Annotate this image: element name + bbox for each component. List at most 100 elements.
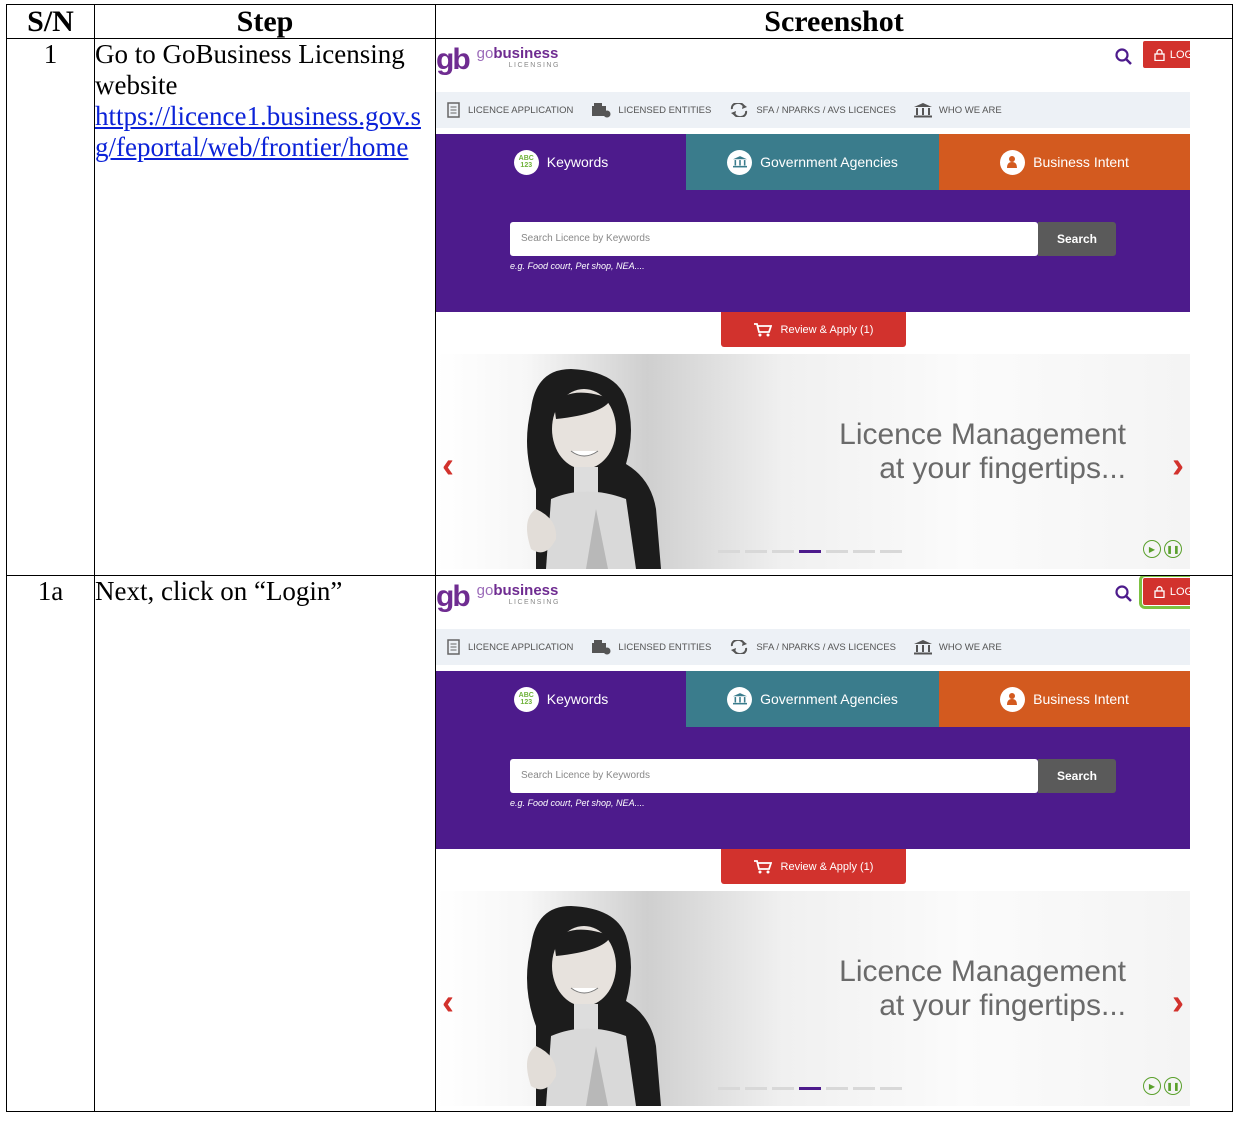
slideshow-controls: ▶ ❚❚ <box>1143 540 1182 558</box>
tab-business-intent[interactable]: Business Intent <box>939 671 1190 727</box>
nav-label: LICENSED ENTITIES <box>618 641 712 653</box>
slide-dot[interactable] <box>880 550 902 553</box>
logo-go: go <box>476 582 494 599</box>
slide-dot[interactable] <box>853 550 875 553</box>
review-apply-button[interactable]: Review & Apply (1) <box>721 849 906 884</box>
logo-go: go <box>476 45 494 62</box>
slide-dot-active[interactable] <box>799 550 821 553</box>
header-sn: S/N <box>6 4 95 39</box>
woman-photo <box>527 369 661 569</box>
screenshot-cell: gb gobusiness LICENSING LOGIN <box>435 575 1233 1112</box>
header-step: Step <box>94 4 436 39</box>
screenshot-cell: gb gobusiness LICENSING LOGIN <box>435 38 1233 576</box>
header-row: S/N Step Screenshot <box>6 4 1233 39</box>
slide-dot[interactable] <box>880 1087 902 1090</box>
next-slide-icon[interactable]: › <box>1172 444 1184 486</box>
nav-licensed-entities[interactable]: LICENSED ENTITIES <box>591 102 712 118</box>
building-icon <box>913 102 932 117</box>
slide-dot[interactable] <box>853 1087 875 1090</box>
nav-licensed-entities[interactable]: LICENSED ENTITIES <box>591 639 712 655</box>
step-description: Go to GoBusiness Licensing website https… <box>94 38 436 576</box>
step-row: 1 Go to GoBusiness Licensing website htt… <box>6 38 1233 576</box>
search-button[interactable]: Search <box>1038 222 1116 256</box>
building-icon <box>727 149 753 175</box>
nav-licence-application[interactable]: LICENCE APPLICATION <box>447 639 573 655</box>
tab-label: Government Agencies <box>760 691 898 707</box>
nav-label: LICENSED ENTITIES <box>618 104 712 116</box>
nav-who-we-are[interactable]: WHO WE ARE <box>913 102 1002 118</box>
exchange-icon <box>731 103 748 117</box>
slide-dot[interactable] <box>745 550 767 553</box>
tab-label: Business Intent <box>1033 154 1129 170</box>
login-button-highlighted[interactable]: LOGIN <box>1139 576 1190 609</box>
tab-label: Government Agencies <box>760 154 898 170</box>
step-text: Go to GoBusiness Licensing website <box>95 39 405 100</box>
main-nav: LICENCE APPLICATION LICENSED ENTITIES SF… <box>436 629 1190 665</box>
exchange-icon <box>731 640 748 654</box>
banner-text: Licence Management at your fingertips... <box>839 418 1126 486</box>
person-icon <box>1000 149 1026 175</box>
cart-icon <box>753 322 772 336</box>
tab-label: Keywords <box>546 691 609 707</box>
slide-dot[interactable] <box>826 550 848 553</box>
step-text: Next, click on “Login” <box>95 576 343 606</box>
pause-icon[interactable]: ❚❚ <box>1164 540 1182 558</box>
cart-icon <box>753 859 772 873</box>
slide-indicators <box>718 550 902 553</box>
website-screenshot: gb gobusiness LICENSING LOGIN <box>436 39 1190 569</box>
search-tabs: ABC 123 Keywords Government Agencies Bus… <box>436 134 1190 190</box>
search-panel: Search Licence by Keywords Search e.g. F… <box>436 727 1190 849</box>
search-input[interactable]: Search Licence by Keywords <box>510 759 1038 793</box>
search-button[interactable]: Search <box>1038 759 1116 793</box>
tab-label: Business Intent <box>1033 691 1129 707</box>
nav-sfa-nparks-avs[interactable]: SFA / NPARKS / AVS LICENCES <box>729 103 896 117</box>
lock-icon <box>1154 585 1165 598</box>
prev-slide-icon[interactable]: ‹ <box>442 981 454 1023</box>
document-icon <box>447 639 460 655</box>
banner-line-2: at your fingertips... <box>879 989 1126 1022</box>
slide-dot[interactable] <box>772 550 794 553</box>
slide-dot[interactable] <box>745 1087 767 1090</box>
tab-keywords[interactable]: ABC 123 Keywords <box>436 134 686 190</box>
step-description: Next, click on “Login” <box>94 575 436 1112</box>
review-apply-button[interactable]: Review & Apply (1) <box>721 312 906 347</box>
gobusiness-logo: gb gobusiness LICENSING <box>436 45 560 75</box>
slide-dot[interactable] <box>718 1087 740 1090</box>
document-icon <box>447 102 460 118</box>
slide-indicators <box>718 1087 902 1090</box>
tab-government-agencies[interactable]: Government Agencies <box>686 671 939 727</box>
nav-label: LICENCE APPLICATION <box>468 104 574 116</box>
search-icon[interactable] <box>1114 584 1134 604</box>
gobusiness-link[interactable]: https://licence1.business.gov.sg/feporta… <box>95 101 421 162</box>
slide-dot[interactable] <box>826 1087 848 1090</box>
next-slide-icon[interactable]: › <box>1172 981 1184 1023</box>
slide-dot[interactable] <box>718 550 740 553</box>
banner-text: Licence Management at your fingertips... <box>839 955 1126 1023</box>
logo-mark: gb <box>436 580 471 613</box>
nav-sfa-nparks-avs[interactable]: SFA / NPARKS / AVS LICENCES <box>729 640 896 654</box>
nav-label: LICENCE APPLICATION <box>468 641 574 653</box>
tab-government-agencies[interactable]: Government Agencies <box>686 134 939 190</box>
nav-who-we-are[interactable]: WHO WE ARE <box>913 639 1002 655</box>
play-icon[interactable]: ▶ <box>1143 1077 1161 1095</box>
banner-line-2: at your fingertips... <box>879 452 1126 485</box>
nav-label: WHO WE ARE <box>938 641 1002 653</box>
banner-line-1: Licence Management <box>839 955 1126 988</box>
login-button[interactable]: LOGIN <box>1143 41 1190 68</box>
steps-table: S/N Step Screenshot 1 Go to GoBusiness L… <box>6 4 1233 1112</box>
abc-123-icon: ABC 123 <box>513 686 539 712</box>
search-icon[interactable] <box>1114 47 1134 67</box>
step-number: 1a <box>6 575 95 1112</box>
nav-licence-application[interactable]: LICENCE APPLICATION <box>447 102 573 118</box>
hero-banner: Licence Management at your fingertips...… <box>436 354 1190 569</box>
building-icon <box>727 686 753 712</box>
slide-dot-active[interactable] <box>799 1087 821 1090</box>
step-number: 1 <box>6 38 95 576</box>
search-input[interactable]: Search Licence by Keywords <box>510 222 1038 256</box>
play-icon[interactable]: ▶ <box>1143 540 1161 558</box>
tab-keywords[interactable]: ABC 123 Keywords <box>436 671 686 727</box>
pause-icon[interactable]: ❚❚ <box>1164 1077 1182 1095</box>
tab-business-intent[interactable]: Business Intent <box>939 134 1190 190</box>
slide-dot[interactable] <box>772 1087 794 1090</box>
prev-slide-icon[interactable]: ‹ <box>442 444 454 486</box>
